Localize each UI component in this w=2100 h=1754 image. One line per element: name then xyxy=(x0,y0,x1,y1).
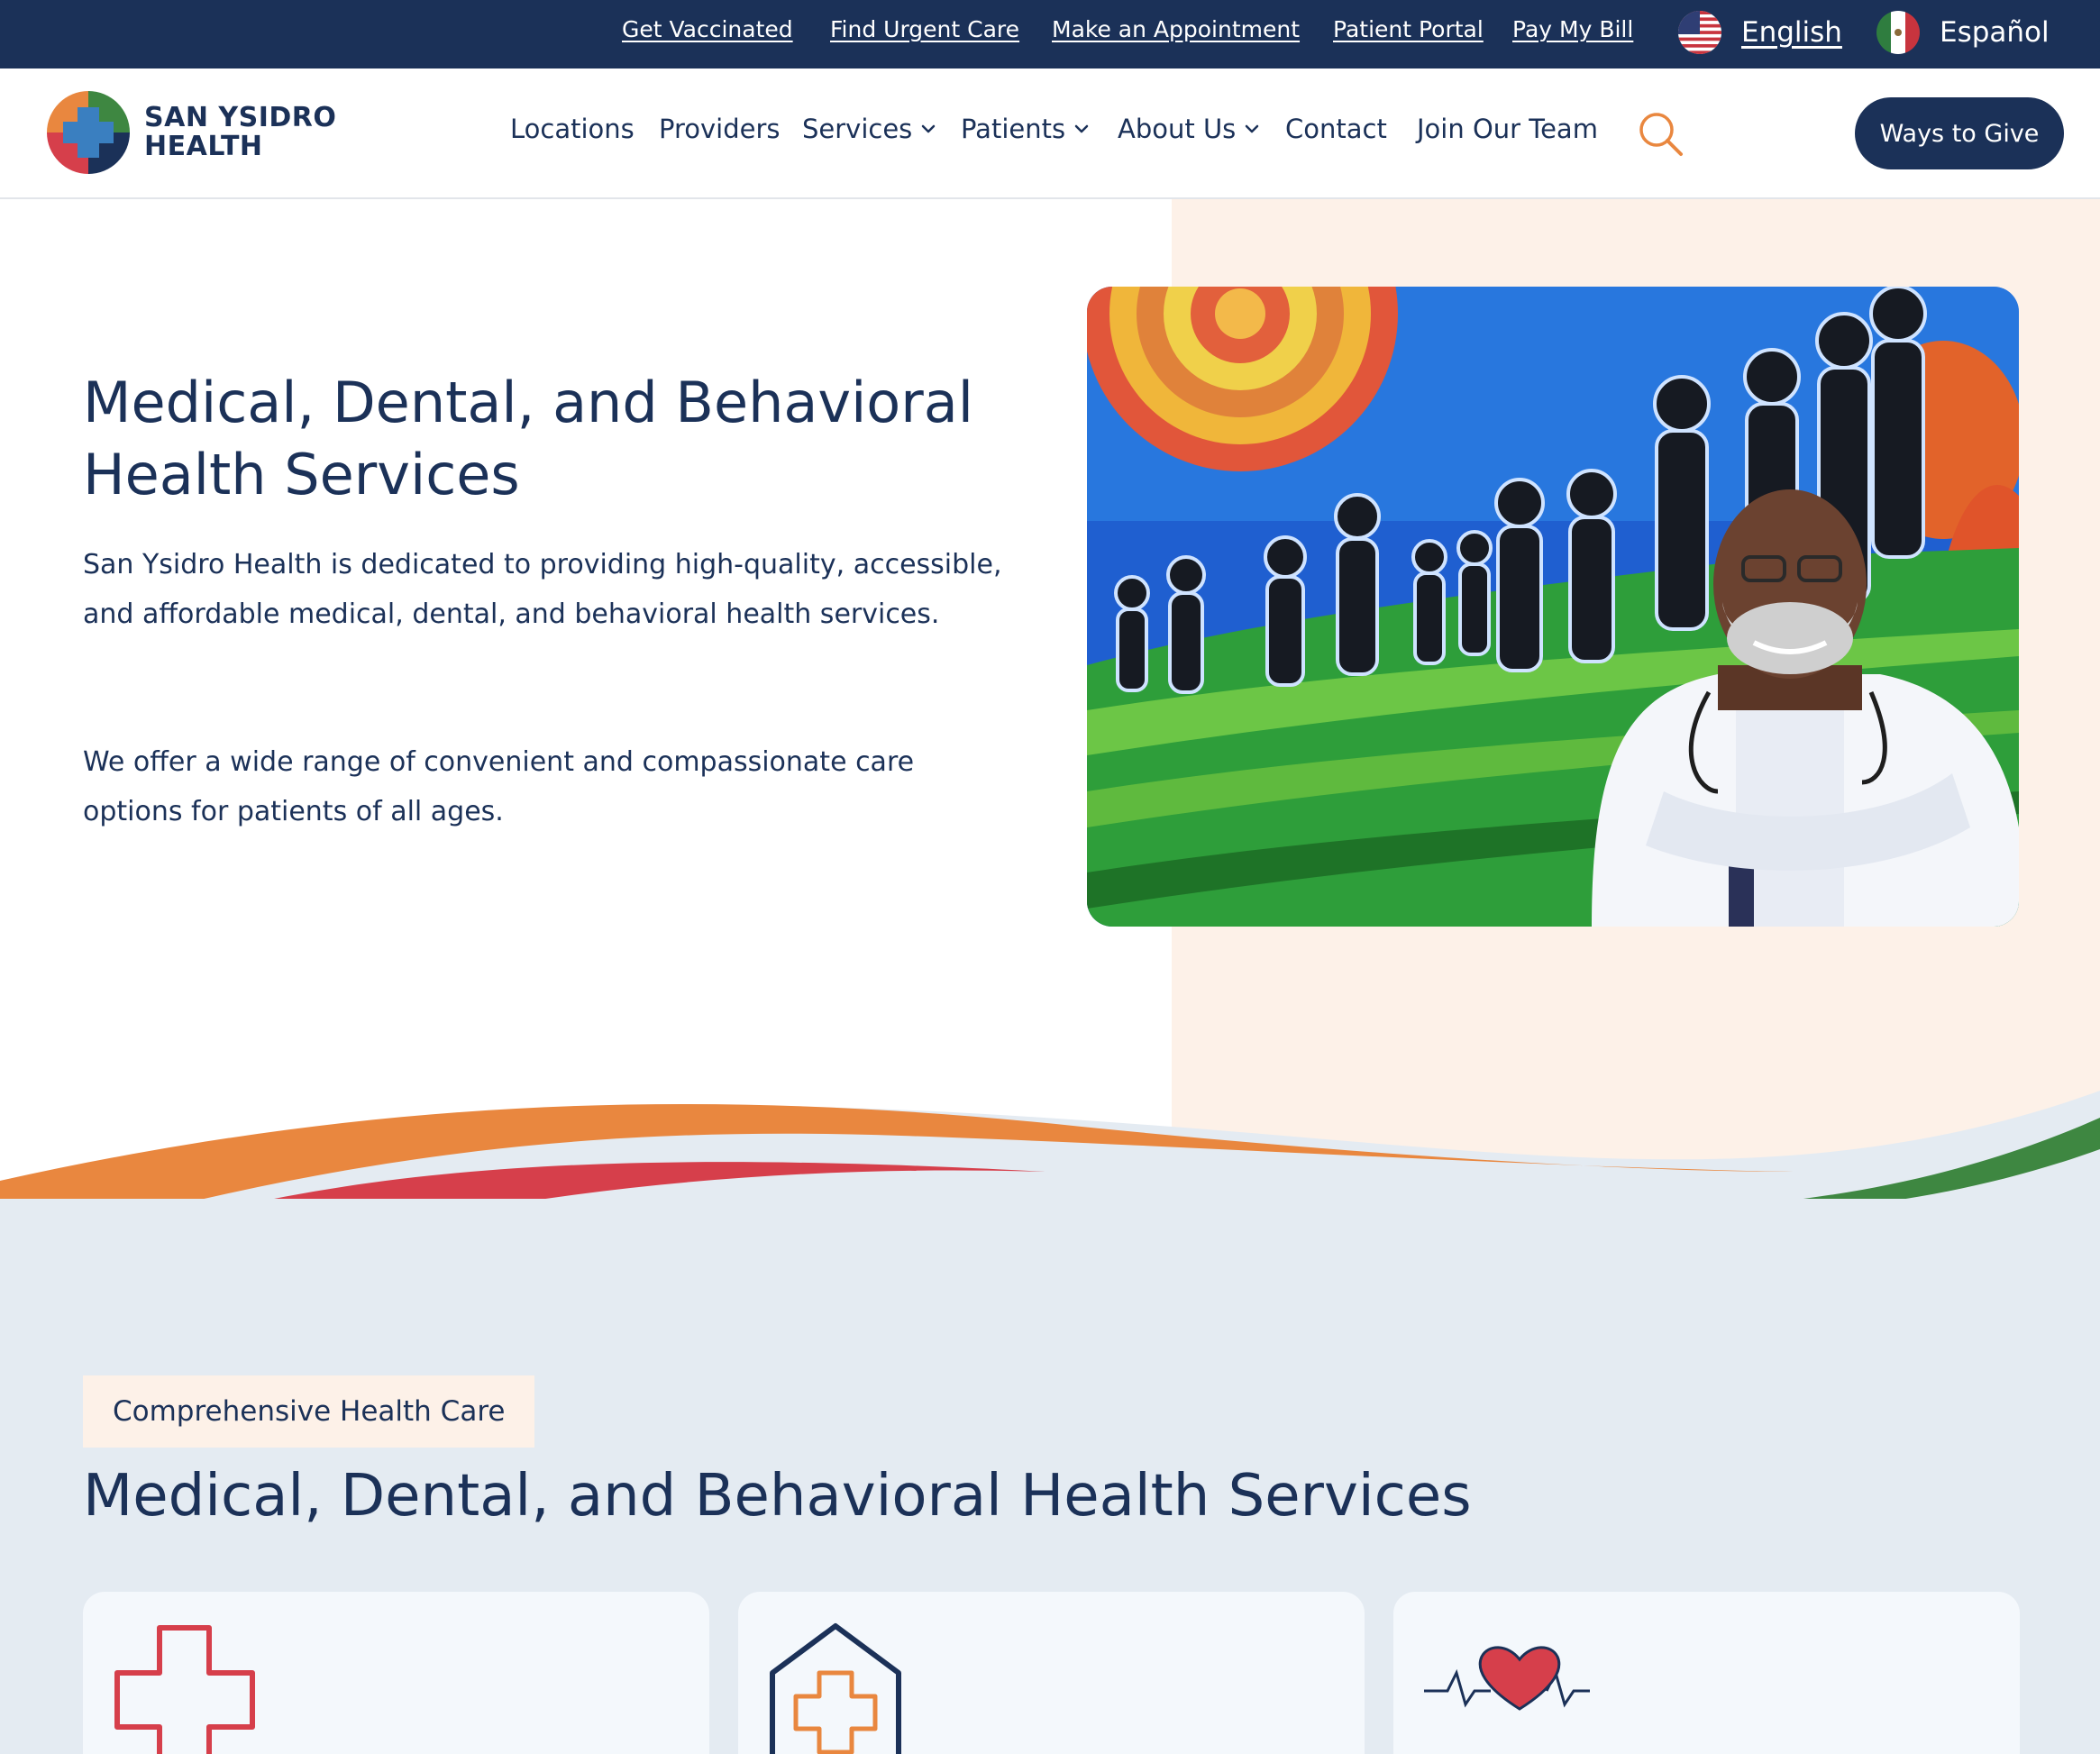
hero-section: Medical, Dental, and Behavioral Health S… xyxy=(0,199,2100,1164)
nav-providers[interactable]: Providers xyxy=(659,114,781,144)
nav-join-our-team[interactable]: Join Our Team xyxy=(1417,114,1598,144)
hero-title: Medical, Dental, and Behavioral Health S… xyxy=(83,370,973,507)
ways-to-give-button[interactable]: Ways to Give xyxy=(1855,97,2064,169)
service-card-behavioral[interactable] xyxy=(1393,1592,2020,1754)
logo-text: SAN YSIDRO HEALTH xyxy=(144,104,336,161)
section-badge: Comprehensive Health Care xyxy=(83,1375,535,1448)
logo-cross-icon xyxy=(47,91,130,174)
language-espanol[interactable]: Español xyxy=(1876,9,2050,56)
nav-label: Locations xyxy=(510,114,635,144)
nav-locations[interactable]: Locations xyxy=(510,114,635,144)
logo-line-1: SAN YSIDRO xyxy=(144,102,337,133)
us-flag-icon xyxy=(1678,11,1721,54)
patient-portal-link[interactable]: Patient Portal xyxy=(1333,16,1484,42)
language-label: English xyxy=(1741,16,1842,49)
nav-label: Services xyxy=(802,114,913,144)
heartbeat-icon xyxy=(1424,1646,1590,1711)
pay-my-bill-link[interactable]: Pay My Bill xyxy=(1512,16,1633,42)
clinic-stethoscope-icon xyxy=(770,1623,901,1754)
hero-doctor-photo xyxy=(1087,287,2019,927)
search-button[interactable] xyxy=(1637,110,1685,159)
get-vaccinated-link[interactable]: Get Vaccinated xyxy=(622,16,793,42)
medical-cross-icon xyxy=(114,1625,255,1754)
make-appointment-link[interactable]: Make an Appointment xyxy=(1052,16,1300,42)
hero-paragraph-1: San Ysidro Health is dedicated to provid… xyxy=(83,549,1002,630)
chevron-down-icon xyxy=(1246,124,1259,133)
hero-paragraph-2: We offer a wide range of convenient and … xyxy=(83,746,915,827)
nav-label: Patients xyxy=(961,114,1066,144)
nav-label: About Us xyxy=(1118,114,1237,144)
services-section: Comprehensive Health Care Medical, Denta… xyxy=(0,1199,2100,1754)
mexico-flag-icon xyxy=(1876,11,1920,54)
nav-services[interactable]: Services xyxy=(802,114,936,144)
chevron-down-icon xyxy=(922,124,936,133)
site-logo[interactable]: SAN YSIDRO HEALTH xyxy=(47,91,336,174)
nav-contact[interactable]: Contact xyxy=(1285,114,1387,144)
main-header: SAN YSIDRO HEALTH Locations Providers Se… xyxy=(0,69,2100,199)
nav-label: Providers xyxy=(659,114,781,144)
nav-about-us[interactable]: About Us xyxy=(1118,114,1259,144)
logo-line-2: HEALTH xyxy=(144,131,263,162)
section-title: Medical, Dental, and Behavioral Health S… xyxy=(83,1463,1472,1530)
nav-label: Join Our Team xyxy=(1417,114,1598,144)
nav-label: Contact xyxy=(1285,114,1387,144)
service-card-dental[interactable] xyxy=(738,1592,1365,1754)
nav-patients[interactable]: Patients xyxy=(961,114,1089,144)
search-icon xyxy=(1639,113,1683,156)
service-card-medical[interactable] xyxy=(83,1592,709,1754)
find-urgent-care-link[interactable]: Find Urgent Care xyxy=(830,16,1019,42)
language-label: Español xyxy=(1940,16,2050,49)
chevron-down-icon xyxy=(1074,124,1089,133)
language-english[interactable]: English xyxy=(1678,9,1842,56)
utility-bar: Get Vaccinated Find Urgent Care Make an … xyxy=(0,0,2100,69)
